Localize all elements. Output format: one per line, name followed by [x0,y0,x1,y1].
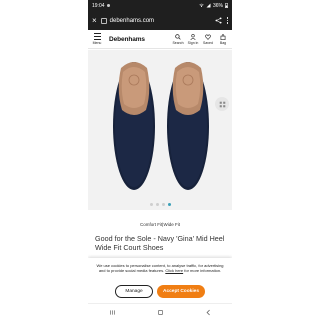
carousel-dot-active[interactable] [167,203,171,206]
more-options-icon[interactable] [226,17,228,24]
bag-button[interactable]: Bag [217,33,229,45]
search-icon [175,33,181,40]
back-icon[interactable] [205,309,212,316]
product-title: Good for the Sole - Navy 'Gina' Mid Heel… [95,234,225,252]
share-icon[interactable] [214,17,222,24]
right-shoe [167,62,209,190]
carousel-dot[interactable] [149,203,153,206]
wifi-icon [199,3,204,8]
carousel-indicator[interactable] [88,203,232,206]
view-toggle-button[interactable] [215,97,229,111]
battery-percent: 36% [212,2,223,9]
sign-in-label: Sign in [187,40,199,45]
search-label: Search [172,40,184,45]
carousel-dot[interactable] [155,203,159,206]
saved-button[interactable]: Saved [202,34,214,45]
person-icon [190,33,196,40]
shoes-illustration [113,62,209,190]
hamburger-icon [93,33,101,40]
search-button[interactable]: Search [172,33,184,45]
recent-apps-icon[interactable] [109,309,116,316]
menu-label: Menu [92,41,102,45]
bag-icon [220,33,226,40]
battery-icon [225,3,228,8]
brand-logo[interactable]: Debenhams [109,36,145,43]
close-icon[interactable]: × [92,16,97,25]
left-shoe [113,62,155,190]
menu-button[interactable]: Menu [91,33,103,45]
home-icon[interactable] [157,309,164,316]
cookie-banner: We use cookies to personalise content, t… [88,258,232,303]
sign-in-button[interactable]: Sign in [187,33,199,45]
address-bar[interactable]: debenhams.com [100,17,211,24]
site-header: Menu Debenhams Search Sign in Saved Bag [88,30,232,49]
heart-icon [205,34,211,40]
bag-label: Bag [219,40,227,45]
status-time: 19:04 [92,2,105,9]
browser-toolbar: × debenhams.com [88,11,232,30]
cookie-info-link[interactable]: Click here [165,268,183,273]
manage-cookies-button[interactable]: Manage [115,285,153,298]
cookie-message: We use cookies to personalise content, t… [94,263,226,273]
signal-icon [206,3,211,8]
product-image[interactable] [88,50,232,210]
status-bar: 19:04 36% [88,0,232,11]
phone-screen: 19:04 36% × debenhams.com Menu Debenhams… [88,0,232,320]
system-nav-bar [88,303,232,320]
saved-label: Saved [203,40,213,45]
lock-icon [100,17,107,24]
accept-cookies-button[interactable]: Accept Cookies [157,285,205,298]
cookie-text-tail: for more information. [184,268,222,273]
grid-icon [219,101,225,107]
notification-dot-icon [106,4,110,7]
product-brand-line[interactable]: Comfort Fit|Wide Fit [88,222,232,227]
carousel-dot[interactable] [161,203,165,206]
url-text: debenhams.com [109,17,155,24]
